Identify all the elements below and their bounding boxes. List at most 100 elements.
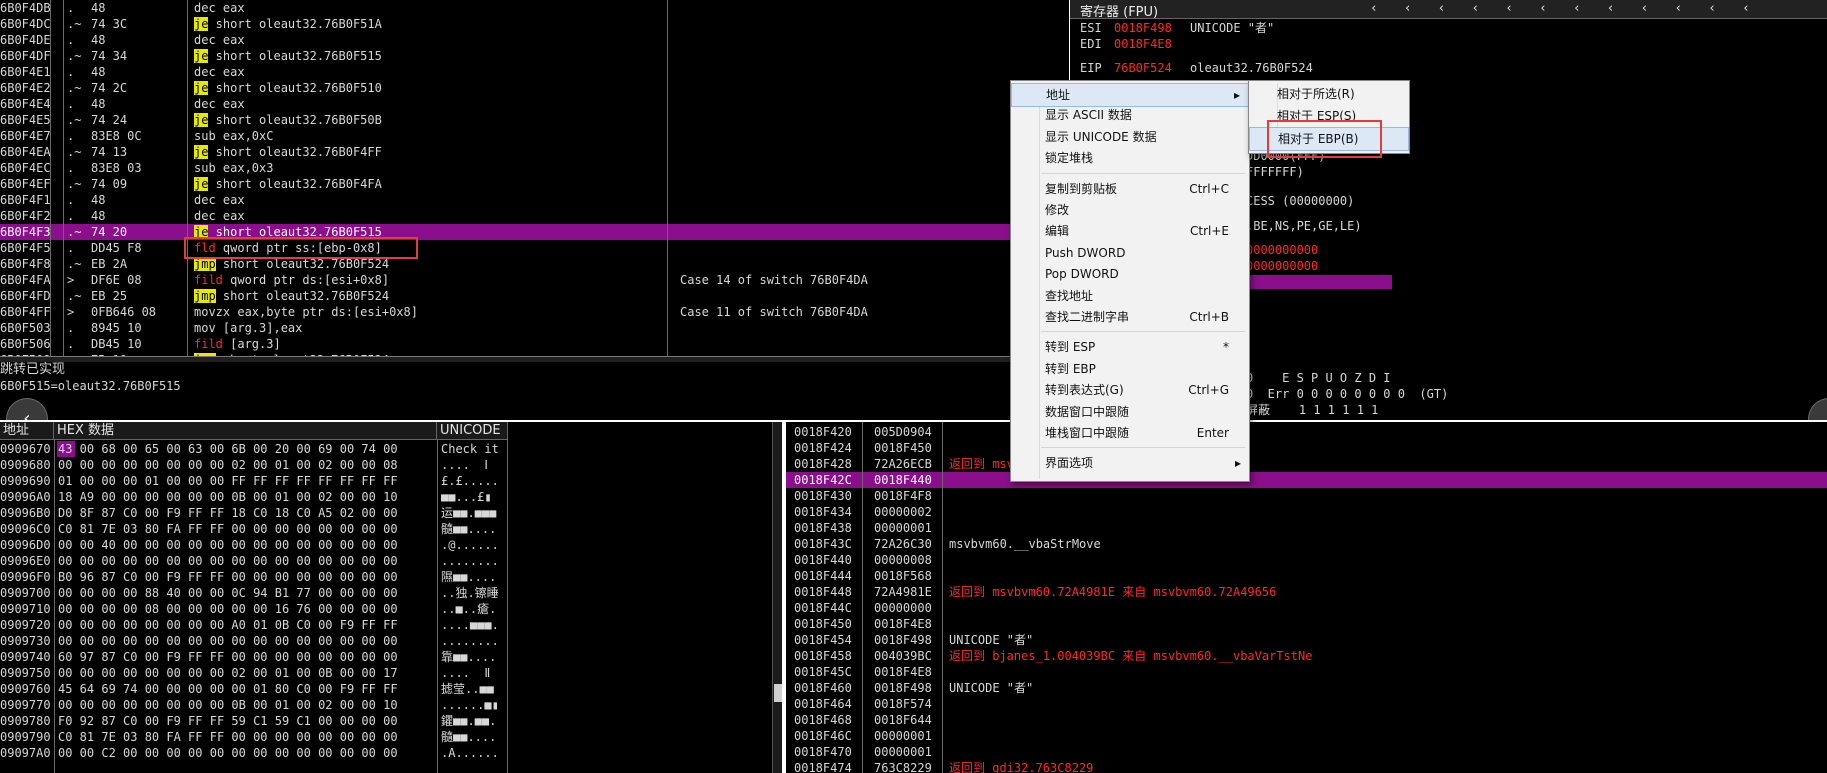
disasm-address: 6B0F4FF <box>0 305 51 319</box>
dump-col-unicode[interactable]: UNICODE <box>437 422 508 440</box>
disasm-row[interactable]: 6B0F4F8 .~ EB 2A jmp short oleaut32.76B0F52… <box>0 256 1069 272</box>
disasm-row[interactable]: 6B0F4EA .~ 74 13 je short oleaut32.76B0F4FF <box>0 144 1069 160</box>
dump-row[interactable]: 0909670 43 00 68 00 65 00 63 00 6B 00 20 … <box>0 441 770 457</box>
dump-address: 0909790 <box>0 730 51 744</box>
dump-address: 0909740 <box>0 650 51 664</box>
disasm-instruction: fild [arg.3] <box>194 337 281 351</box>
menu-item[interactable]: 查找二进制字串 Ctrl+B <box>1011 306 1249 328</box>
menu-item[interactable]: 转到 ESP * <box>1011 336 1249 358</box>
stack-context-menu[interactable]: 地址 ▸ 显示 ASCII 数据 显示 UNICODE 数据锁定堆栈复制到剪贴板 Ctr… <box>1010 80 1250 482</box>
dump-unicode: ■■...£▮ <box>441 490 492 504</box>
stack-address: 0018F458 <box>794 649 852 663</box>
disassembly-pane[interactable]: 6B0F4DB. 48 dec eax 6B0F4DC .~ 74 3C je short … <box>0 0 1069 362</box>
disasm-comment: Case 14 of switch 76B0F4DA <box>680 273 868 287</box>
disasm-row[interactable]: 6B0F4FF >0FB646 08 movzx eax,byte ptr ds:[… <box>0 304 1069 320</box>
menu-item[interactable]: Push DWORD <box>1011 242 1249 264</box>
disasm-row[interactable]: 6B0F4F1. 48 dec eax <box>0 192 1069 208</box>
stack-value: 004039BC <box>874 649 932 663</box>
menu-item[interactable]: 显示 ASCII 数据 <box>1011 104 1249 126</box>
dump-row[interactable]: 0909720 00 00 00 00 00 00 00 00 A0 01 0B … <box>0 617 770 633</box>
disasm-address: 6B0F4DF <box>0 49 51 63</box>
dump-row[interactable]: 09096B0 D0 8F 87 C0 00 F9 FF FF 18 C0 18 … <box>0 505 770 521</box>
disasm-row[interactable]: 6B0F4EC. 83E8 03 sub eax,0x3 <box>0 160 1069 176</box>
dump-row[interactable]: 0909790 C0 81 7E 03 80 FA FF FF 00 00 00 … <box>0 729 770 745</box>
reg-eip-value[interactable]: 76B0F524 <box>1114 60 1172 76</box>
disasm-row[interactable]: 6B0F4FA > DF6E 08 fild qword ptr ds:[esi+0x… <box>0 272 1069 288</box>
dump-row[interactable]: 0909680 00 00 00 00 00 00 00 00 02 00 01 … <box>0 457 770 473</box>
info-pane[interactable]: 跳转已实现 6B0F515=oleaut32.76B0F515 <box>0 362 1069 420</box>
menu-item[interactable]: 界面选项 ▸ <box>1011 452 1249 474</box>
fpu-mask-row: 屏蔽 1 1 1 1 1 1 <box>1246 403 1379 417</box>
dump-row[interactable]: 09096A0 18 A9 00 00 00 00 00 00 0B 00 01 … <box>0 489 770 505</box>
menu-item[interactable]: 地址 ▸ <box>1011 83 1249 107</box>
disasm-row[interactable]: 6B0F4E5 .~ 74 24 je short oleaut32.76B0F50B <box>0 112 1069 128</box>
menu-item[interactable]: 转到表达式(G) Ctrl+G <box>1011 379 1249 401</box>
disasm-row[interactable]: 6B0F4DC .~ 74 3C je short oleaut32.76B0F51A <box>0 16 1069 32</box>
disassembly-rows[interactable]: 6B0F4DB. 48 dec eax 6B0F4DC .~ 74 3C je short … <box>0 0 1069 362</box>
disasm-bytes: 74 3C <box>91 17 128 31</box>
disasm-row[interactable]: 6B0F4E7. 83E8 0C sub eax,0xC <box>0 128 1069 144</box>
dump-unicode: ..■..瘡. <box>441 602 497 616</box>
hex-dump-pane[interactable]: 地址 HEX 数据 UNICODE 0909670 43 00 68 00 65 … <box>0 422 782 773</box>
menu-item[interactable]: 修改 <box>1011 199 1249 221</box>
disasm-address: 6B0F4F3 <box>0 225 51 239</box>
mnemonic: je <box>194 49 209 63</box>
dump-col-address[interactable]: 地址 <box>0 422 54 440</box>
disasm-row[interactable]: 6B0F4F2. 48 dec eax <box>0 208 1069 224</box>
menu-item[interactable]: 转到 EBP <box>1011 358 1249 380</box>
dump-row[interactable]: 0909710 00 00 00 00 08 00 00 00 00 00 16 … <box>0 601 770 617</box>
disasm-row[interactable]: 6B0F4F5. DD45 F8 fld qword ptr ss:[ebp-0x8… <box>0 240 1069 256</box>
submenu-item[interactable]: 相对于所选(R) <box>1249 83 1409 105</box>
dump-unicode: 靠■■.... <box>441 650 497 664</box>
stack-pane[interactable]: 0018F420 005D0904 0018F424 0018F450 0018F428… <box>786 422 1827 773</box>
disasm-row[interactable]: 6B0F4DE. 48 dec eax <box>0 32 1069 48</box>
dump-row[interactable]: 0909750 00 00 00 00 00 00 00 00 02 00 01 … <box>0 665 770 681</box>
menu-item[interactable]: 复制到剪贴板 Ctrl+C <box>1011 178 1249 200</box>
reg-esi-value[interactable]: 0018F498 <box>1114 20 1172 36</box>
menu-item[interactable]: Pop DWORD <box>1011 263 1249 285</box>
dump-col-hex[interactable]: HEX 数据 <box>54 422 437 440</box>
reg-edi-value[interactable]: 0018F4E8 <box>1114 36 1172 52</box>
dump-row[interactable]: 09096D0 00 00 40 00 00 00 00 00 00 00 00 … <box>0 537 770 553</box>
disasm-row[interactable]: 6B0F506. DB45 10 fild [arg.3] <box>0 336 1069 352</box>
menu-item[interactable]: 锁定堆栈 <box>1011 147 1249 169</box>
menu-item[interactable]: 查找地址 <box>1011 285 1249 307</box>
dump-row[interactable]: 09097A0 00 00 C2 00 00 00 00 00 00 00 00 … <box>0 745 770 761</box>
registers-nav-arrows[interactable]: ‹‹‹‹‹‹‹‹‹‹‹‹ <box>1370 1 1776 16</box>
mnemonic: fild <box>194 337 223 351</box>
dump-row[interactable]: 0909770 00 00 00 00 00 00 00 00 0B 00 01 … <box>0 697 770 713</box>
dump-row[interactable]: 0909730 00 00 00 00 00 00 00 00 00 00 00 … <box>0 633 770 649</box>
disasm-bytes: EB 25 <box>91 289 128 303</box>
dump-row[interactable]: 0909760 45 64 69 74 00 00 00 00 00 01 80 … <box>0 681 770 697</box>
menu-item[interactable]: 堆栈窗口中跟随 Enter <box>1011 422 1249 444</box>
disasm-row[interactable]: 6B0F4FD .~ EB 25 jmp short oleaut32.76B0F52… <box>0 288 1069 304</box>
disasm-row[interactable]: 6B0F4E2 .~ 74 2C je short oleaut32.76B0F510 <box>0 80 1069 96</box>
disasm-row[interactable]: 6B0F4E1. 48 dec eax <box>0 64 1069 80</box>
dump-row[interactable]: 0909780 F0 92 87 C0 00 F9 FF FF 59 C1 59 … <box>0 713 770 729</box>
dump-row[interactable]: 09096C0 C0 81 7E 03 80 FA FF FF 00 00 00 … <box>0 521 770 537</box>
disasm-row[interactable]: 6B0F4DF .~ 74 34 je short oleaut32.76B0F515 <box>0 48 1069 64</box>
dump-row[interactable]: 0909740 60 97 87 C0 00 F9 FF FF 00 00 00 … <box>0 649 770 665</box>
dump-row[interactable]: 0909690 01 00 00 00 01 00 00 00 FF FF FF … <box>0 473 770 489</box>
dump-row[interactable]: 09096F0 B0 96 87 C0 00 F9 FF FF 00 00 00 … <box>0 569 770 585</box>
menu-item-label: 锁定堆栈 <box>1045 151 1094 166</box>
dump-rows[interactable]: 0909670 43 00 68 00 65 00 63 00 6B 00 20 … <box>0 441 782 773</box>
dump-hex: 00 00 00 00 00 00 00 00 0B 00 01 00 02 0… <box>58 698 398 712</box>
stack-address: 0018F43C <box>794 537 852 551</box>
disasm-row[interactable]: 6B0F4E4. 48 dec eax <box>0 96 1069 112</box>
disasm-marker: . <box>67 97 75 111</box>
disasm-address: 6B0F4FA <box>0 273 51 287</box>
disasm-row[interactable]: 6B0F4F3 .~ 74 20 je short oleaut32.76B0F515 <box>0 224 1069 240</box>
dump-row[interactable]: 09096E0 00 00 00 00 00 00 00 00 00 00 00 … <box>0 553 770 569</box>
disasm-bytes: 74 24 <box>91 113 128 127</box>
disasm-row[interactable]: 6B0F4DB. 48 dec eax <box>0 0 1069 16</box>
dump-scrollbar[interactable] <box>772 422 782 773</box>
disasm-marker: . <box>67 161 75 175</box>
menu-item[interactable]: 数据窗口中跟随 <box>1011 401 1249 423</box>
dump-scroll-thumb[interactable] <box>774 684 782 702</box>
disasm-row[interactable]: 6B0F503. 8945 10 mov [arg.3],eax <box>0 320 1069 336</box>
dump-row[interactable]: 0909700 00 00 00 00 88 40 00 00 0C 94 B1 … <box>0 585 770 601</box>
disasm-row[interactable]: 6B0F4EF .~ 74 09 je short oleaut32.76B0F4FA <box>0 176 1069 192</box>
menu-item[interactable]: 显示 UNICODE 数据 <box>1011 126 1249 148</box>
menu-item[interactable]: 编辑 Ctrl+E <box>1011 220 1249 242</box>
